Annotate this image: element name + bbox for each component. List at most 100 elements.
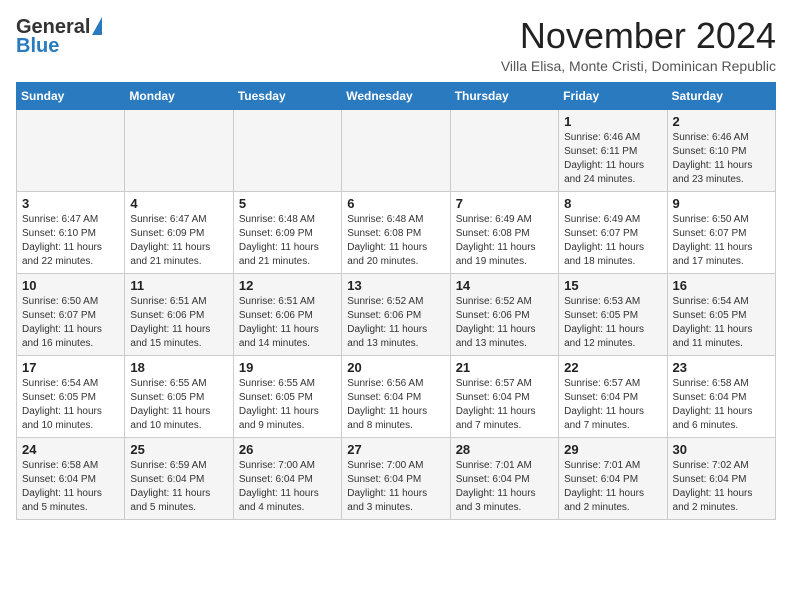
day-number: 6 [347,196,444,211]
cell-info: Sunrise: 6:52 AM Sunset: 6:06 PM Dayligh… [456,295,553,351]
day-number: 23 [673,360,770,375]
location-subtitle: Villa Elisa, Monte Cristi, Dominican Rep… [501,58,776,74]
cell-info: Sunrise: 6:54 AM Sunset: 6:05 PM Dayligh… [22,377,119,433]
calendar-cell: 10 Sunrise: 6:50 AM Sunset: 6:07 PM Dayli… [17,273,125,355]
day-number: 8 [564,196,661,211]
cell-info: Sunrise: 6:51 AM Sunset: 6:06 PM Dayligh… [239,295,336,351]
cell-info: Sunrise: 6:49 AM Sunset: 6:07 PM Dayligh… [564,213,661,269]
calendar-week-5: 24 Sunrise: 6:58 AM Sunset: 6:04 PM Dayli… [17,437,776,519]
header-saturday: Saturday [667,82,775,109]
day-number: 13 [347,278,444,293]
day-number: 18 [130,360,227,375]
calendar-cell: 8 Sunrise: 6:49 AM Sunset: 6:07 PM Daylig… [559,191,667,273]
day-number: 3 [22,196,119,211]
cell-info: Sunrise: 6:48 AM Sunset: 6:08 PM Dayligh… [347,213,444,269]
calendar-week-1: 1Sunrise: 6:46 AM Sunset: 6:11 PM Daylig… [17,109,776,191]
cell-info: Sunrise: 6:57 AM Sunset: 6:04 PM Dayligh… [564,377,661,433]
calendar-week-3: 10 Sunrise: 6:50 AM Sunset: 6:07 PM Dayli… [17,273,776,355]
day-number: 9 [673,196,770,211]
calendar-cell: 23 Sunrise: 6:58 AM Sunset: 6:04 PM Dayli… [667,355,775,437]
day-number: 28 [456,442,553,457]
calendar-cell: 11 Sunrise: 6:51 AM Sunset: 6:06 PM Dayli… [125,273,233,355]
cell-info: Sunrise: 6:58 AM Sunset: 6:04 PM Dayligh… [673,377,770,433]
cell-info: Sunrise: 6:50 AM Sunset: 6:07 PM Dayligh… [22,295,119,351]
calendar-cell: 25 Sunrise: 6:59 AM Sunset: 6:04 PM Dayli… [125,437,233,519]
day-number: 4 [130,196,227,211]
calendar-cell: 9 Sunrise: 6:50 AM Sunset: 6:07 PM Daylig… [667,191,775,273]
calendar-cell: 2 Sunrise: 6:46 AM Sunset: 6:10 PM Daylig… [667,109,775,191]
cell-info: Sunrise: 6:47 AM Sunset: 6:09 PM Dayligh… [130,213,227,269]
cell-info: Sunrise: 7:02 AM Sunset: 6:04 PM Dayligh… [673,459,770,515]
day-number: 1 [564,114,661,129]
cell-info: Sunrise: 6:50 AM Sunset: 6:07 PM Dayligh… [673,213,770,269]
cell-info: Sunrise: 6:59 AM Sunset: 6:04 PM Dayligh… [130,459,227,515]
calendar-week-4: 17 Sunrise: 6:54 AM Sunset: 6:05 PM Dayli… [17,355,776,437]
cell-info: Sunrise: 6:57 AM Sunset: 6:04 PM Dayligh… [456,377,553,433]
day-number: 11 [130,278,227,293]
cell-info: Sunrise: 6:58 AM Sunset: 6:04 PM Dayligh… [22,459,119,515]
calendar-cell [17,109,125,191]
calendar-cell: 26 Sunrise: 7:00 AM Sunset: 6:04 PM Dayli… [233,437,341,519]
cell-info: Sunrise: 6:49 AM Sunset: 6:08 PM Dayligh… [456,213,553,269]
day-number: 15 [564,278,661,293]
calendar-week-2: 3 Sunrise: 6:47 AM Sunset: 6:10 PM Daylig… [17,191,776,273]
month-title: November 2024 [501,16,776,56]
day-number: 29 [564,442,661,457]
calendar-cell [125,109,233,191]
day-number: 12 [239,278,336,293]
calendar-cell: 30 Sunrise: 7:02 AM Sunset: 6:04 PM Dayli… [667,437,775,519]
day-number: 24 [22,442,119,457]
calendar-cell: 14 Sunrise: 6:52 AM Sunset: 6:06 PM Dayli… [450,273,558,355]
calendar-cell: 5Sunrise: 6:48 AM Sunset: 6:09 PM Daylig… [233,191,341,273]
day-number: 26 [239,442,336,457]
day-number: 21 [456,360,553,375]
day-number: 16 [673,278,770,293]
day-number: 2 [673,114,770,129]
logo-triangle-icon [92,17,102,35]
header-wednesday: Wednesday [342,82,450,109]
calendar-cell: 16 Sunrise: 6:54 AM Sunset: 6:05 PM Dayli… [667,273,775,355]
day-number: 19 [239,360,336,375]
calendar-cell: 18 Sunrise: 6:55 AM Sunset: 6:05 PM Dayli… [125,355,233,437]
page-header: General Blue November 2024 Villa Elisa, … [16,16,776,74]
day-number: 27 [347,442,444,457]
calendar-cell: 22 Sunrise: 6:57 AM Sunset: 6:04 PM Dayli… [559,355,667,437]
calendar-table: SundayMondayTuesdayWednesdayThursdayFrid… [16,82,776,520]
header-friday: Friday [559,82,667,109]
calendar-cell: 12 Sunrise: 6:51 AM Sunset: 6:06 PM Dayli… [233,273,341,355]
calendar-body: 1Sunrise: 6:46 AM Sunset: 6:11 PM Daylig… [17,109,776,519]
header-monday: Monday [125,82,233,109]
header-sunday: Sunday [17,82,125,109]
calendar-cell [342,109,450,191]
cell-info: Sunrise: 7:00 AM Sunset: 6:04 PM Dayligh… [239,459,336,515]
day-number: 30 [673,442,770,457]
calendar-cell: 4 Sunrise: 6:47 AM Sunset: 6:09 PM Daylig… [125,191,233,273]
cell-info: Sunrise: 6:53 AM Sunset: 6:05 PM Dayligh… [564,295,661,351]
day-number: 10 [22,278,119,293]
calendar-cell: 29 Sunrise: 7:01 AM Sunset: 6:04 PM Dayli… [559,437,667,519]
logo: General Blue [16,16,102,58]
day-number: 22 [564,360,661,375]
calendar-header-row: SundayMondayTuesdayWednesdayThursdayFrid… [17,82,776,109]
logo-blue-text: Blue [16,35,59,57]
header-tuesday: Tuesday [233,82,341,109]
calendar-cell: 28Sunrise: 7:01 AM Sunset: 6:04 PM Dayli… [450,437,558,519]
day-number: 20 [347,360,444,375]
day-number: 7 [456,196,553,211]
calendar-cell: 15 Sunrise: 6:53 AM Sunset: 6:05 PM Dayli… [559,273,667,355]
cell-info: Sunrise: 6:55 AM Sunset: 6:05 PM Dayligh… [239,377,336,433]
header-thursday: Thursday [450,82,558,109]
calendar-cell: 3 Sunrise: 6:47 AM Sunset: 6:10 PM Daylig… [17,191,125,273]
day-number: 25 [130,442,227,457]
cell-info: Sunrise: 6:47 AM Sunset: 6:10 PM Dayligh… [22,213,119,269]
title-block: November 2024 Villa Elisa, Monte Cristi,… [501,16,776,74]
calendar-cell: 27Sunrise: 7:00 AM Sunset: 6:04 PM Dayli… [342,437,450,519]
cell-info: Sunrise: 7:01 AM Sunset: 6:04 PM Dayligh… [564,459,661,515]
cell-info: Sunrise: 6:55 AM Sunset: 6:05 PM Dayligh… [130,377,227,433]
cell-info: Sunrise: 6:51 AM Sunset: 6:06 PM Dayligh… [130,295,227,351]
day-number: 14 [456,278,553,293]
day-number: 17 [22,360,119,375]
calendar-cell: 7 Sunrise: 6:49 AM Sunset: 6:08 PM Daylig… [450,191,558,273]
cell-info: Sunrise: 6:54 AM Sunset: 6:05 PM Dayligh… [673,295,770,351]
cell-info: Sunrise: 6:46 AM Sunset: 6:10 PM Dayligh… [673,131,770,187]
